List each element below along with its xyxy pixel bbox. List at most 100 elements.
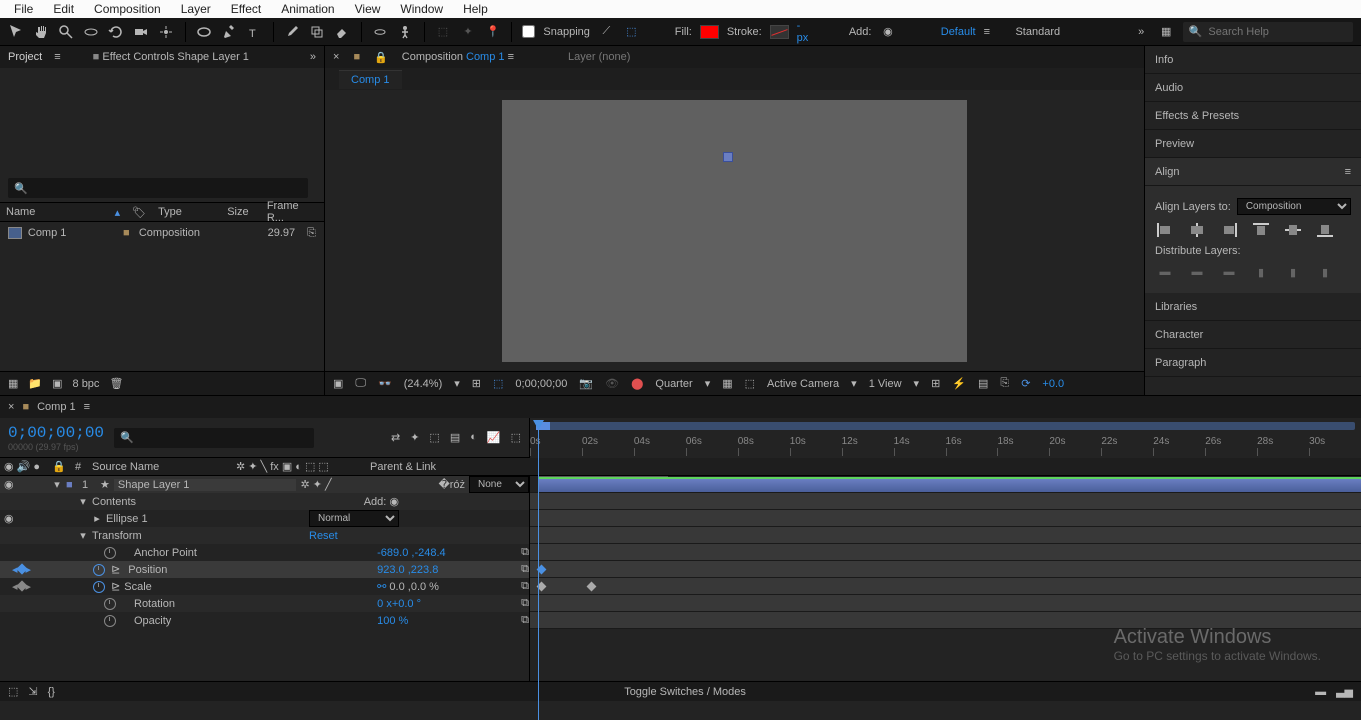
expression-icon[interactable]: ⧉ bbox=[521, 580, 529, 593]
draft3d-icon[interactable]: ✦ bbox=[410, 431, 419, 444]
ellipse-row[interactable]: ◉▸ Ellipse 1 Normal bbox=[0, 510, 529, 527]
viewer-canvas[interactable] bbox=[325, 90, 1144, 371]
view-dropdown[interactable]: 1 View bbox=[869, 378, 902, 390]
stopwatch-icon[interactable] bbox=[104, 598, 116, 610]
menu-icon[interactable]: ≡ bbox=[1345, 166, 1351, 178]
reset-button[interactable]: Reset bbox=[309, 530, 529, 542]
align-vcenter-icon[interactable] bbox=[1283, 221, 1303, 239]
resolution-dropdown[interactable]: Quarter bbox=[655, 378, 692, 390]
anchor-point-row[interactable]: Anchor Point -689.0 ,-248.4 ⧉ bbox=[0, 544, 529, 561]
3d-icon[interactable]: ⬚ bbox=[745, 377, 755, 390]
col-parent[interactable]: Parent & Link bbox=[370, 461, 470, 473]
project-tab[interactable]: Project bbox=[8, 51, 42, 63]
reset-exposure-icon[interactable]: ⟳ bbox=[1021, 377, 1030, 390]
time-ruler[interactable]: 0s02s 04s06s 08s10s 12s14s 16s18s 20s22s… bbox=[530, 418, 1361, 458]
panel-info[interactable]: Info bbox=[1145, 46, 1361, 74]
show-snapshot-icon[interactable]: 👁 bbox=[605, 377, 619, 390]
col-name[interactable]: Name bbox=[0, 206, 109, 218]
blend-mode-dropdown[interactable]: Normal bbox=[309, 510, 399, 527]
zoom-tool-icon[interactable] bbox=[58, 23, 75, 41]
shy-icon[interactable]: ⬚ bbox=[429, 431, 439, 444]
always-preview-icon[interactable]: ▣ bbox=[333, 377, 343, 390]
timeline-icon[interactable]: ▤ bbox=[978, 377, 988, 390]
current-timecode[interactable]: 0;00;00;00 bbox=[8, 424, 104, 442]
menu-icon[interactable]: ≡ bbox=[54, 51, 60, 63]
menu-effect[interactable]: Effect bbox=[221, 0, 271, 18]
zoom-slider[interactable]: ▃▅ bbox=[1336, 685, 1353, 698]
camera-tool-icon[interactable] bbox=[133, 23, 150, 41]
close-icon[interactable]: × bbox=[8, 401, 14, 413]
clone-tool-icon[interactable] bbox=[309, 23, 326, 41]
pan-behind-tool-icon[interactable] bbox=[158, 23, 175, 41]
snapping-checkbox[interactable] bbox=[522, 25, 535, 38]
panel-audio[interactable]: Audio bbox=[1145, 74, 1361, 102]
transform-row[interactable]: ▾ Transform Reset bbox=[0, 527, 529, 544]
layout-dropdown[interactable]: Standard bbox=[1015, 26, 1060, 38]
snap-opt-icon[interactable]: ⟋ bbox=[598, 23, 615, 41]
opacity-value[interactable]: 100 % bbox=[377, 615, 517, 627]
motion-blur-icon[interactable]: ◐ bbox=[470, 431, 477, 444]
col-size[interactable]: Size bbox=[221, 206, 261, 218]
timeline-search[interactable]: 🔍 bbox=[114, 428, 314, 448]
flowchart-icon[interactable]: ⎘ bbox=[1000, 377, 1009, 390]
new-folder-icon[interactable]: 📁 bbox=[28, 377, 42, 390]
channels-icon[interactable]: ⬤ bbox=[631, 377, 643, 390]
collapse-icon[interactable]: ⇲ bbox=[28, 685, 37, 698]
close-icon[interactable]: × bbox=[333, 51, 339, 63]
stroke-width[interactable]: - px bbox=[797, 20, 814, 44]
pen-tool-icon[interactable] bbox=[221, 23, 238, 41]
render-icon[interactable]: ⬚ bbox=[8, 685, 18, 698]
stroke-swatch[interactable] bbox=[770, 25, 789, 39]
layer-row[interactable]: ◉ ▾ ■ 1 ★ Shape Layer 1 ✲ ✦ ╱ �róż None bbox=[0, 476, 529, 493]
scale-row[interactable]: ◂▸ ⊵ Scale ⚯ 0.0 ,0.0 % ⧉ bbox=[0, 578, 529, 595]
position-value[interactable]: 923.0 ,223.8 bbox=[377, 564, 517, 576]
pin-icon[interactable]: 📍 bbox=[484, 23, 501, 41]
trash-icon[interactable]: 🗑 bbox=[109, 377, 123, 390]
align-hcenter-icon[interactable] bbox=[1187, 221, 1207, 239]
lock-icon[interactable]: 🔒 bbox=[374, 51, 388, 64]
mesh-icon[interactable]: ⬚ bbox=[435, 23, 452, 41]
snapshot-icon[interactable]: 📷 bbox=[579, 377, 593, 390]
panel-libraries[interactable]: Libraries bbox=[1145, 293, 1361, 321]
brainstorm-icon[interactable]: ⬚ bbox=[511, 431, 521, 444]
camera-dropdown[interactable]: Active Camera bbox=[767, 378, 839, 390]
zoom-dropdown[interactable]: (24.4%) bbox=[404, 378, 443, 390]
expression-icon[interactable]: ⧉ bbox=[521, 546, 529, 559]
align-to-dropdown[interactable]: Composition bbox=[1237, 198, 1351, 215]
frame-blend-icon[interactable]: ▤ bbox=[450, 431, 460, 444]
panel-icon[interactable]: ▦ bbox=[1158, 23, 1175, 41]
roi-icon[interactable]: ⬚ bbox=[493, 377, 503, 390]
menu-help[interactable]: Help bbox=[453, 0, 498, 18]
stopwatch-icon[interactable] bbox=[104, 615, 116, 627]
time-display[interactable]: 0;00;00;00 bbox=[515, 378, 567, 390]
playhead[interactable] bbox=[538, 420, 539, 720]
menu-edit[interactable]: Edit bbox=[43, 0, 84, 18]
menu-file[interactable]: File bbox=[4, 0, 43, 18]
rotation-row[interactable]: Rotation 0 x+0.0 ° ⧉ bbox=[0, 595, 529, 612]
panel-align[interactable]: Align≡ bbox=[1145, 158, 1361, 186]
toggle-switches-button[interactable]: Toggle Switches / Modes bbox=[624, 686, 746, 698]
panel-character[interactable]: Character bbox=[1145, 321, 1361, 349]
bpc-button[interactable]: 8 bpc bbox=[73, 378, 100, 390]
search-help-input[interactable] bbox=[1208, 26, 1347, 38]
bones-icon[interactable]: ✦ bbox=[460, 23, 477, 41]
col-type[interactable]: Type bbox=[152, 206, 221, 218]
parent-dropdown[interactable]: None bbox=[469, 476, 529, 493]
stopwatch-icon[interactable] bbox=[104, 547, 116, 559]
col-framerate[interactable]: Frame R... bbox=[261, 200, 324, 224]
time-navigator[interactable] bbox=[536, 422, 1355, 430]
track-area[interactable] bbox=[530, 476, 1361, 681]
interpret-icon[interactable]: ▦ bbox=[8, 377, 18, 390]
label-icon[interactable]: 🏷 bbox=[126, 206, 152, 219]
align-left-icon[interactable] bbox=[1155, 221, 1175, 239]
frame-icon[interactable]: {} bbox=[48, 686, 55, 698]
timeline-tab[interactable]: Comp 1 bbox=[37, 401, 76, 413]
rectangle-tool-icon[interactable] bbox=[196, 23, 213, 41]
sort-icon[interactable]: ▴ bbox=[109, 206, 127, 219]
exposure-value[interactable]: +0.0 bbox=[1042, 378, 1064, 390]
anchor-value[interactable]: -689.0 ,-248.4 bbox=[377, 547, 517, 559]
comp-tab-label[interactable]: Composition bbox=[402, 51, 466, 63]
menu-view[interactable]: View bbox=[345, 0, 391, 18]
rotation-value[interactable]: 0 x+0.0 ° bbox=[377, 598, 517, 610]
keyframe[interactable] bbox=[587, 582, 597, 592]
